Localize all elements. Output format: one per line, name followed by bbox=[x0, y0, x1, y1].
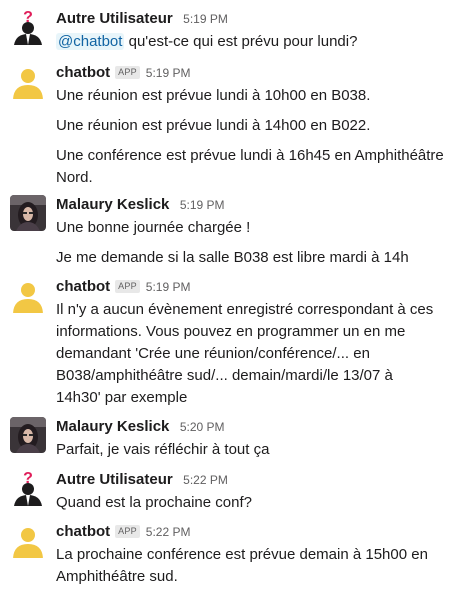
message-text: Amphithéâtre sud. bbox=[56, 568, 178, 585]
bot-default-avatar-icon bbox=[13, 283, 43, 313]
bot-avatar[interactable] bbox=[10, 277, 46, 313]
message-text: Quand est la prochaine conf? bbox=[56, 494, 252, 511]
message-text: Il n'y a aucun évènement enregistré corr… bbox=[56, 301, 434, 318]
bot-avatar[interactable] bbox=[10, 63, 46, 99]
user-avatar[interactable]: ? bbox=[10, 470, 46, 506]
timestamp[interactable]: 5:22 PM bbox=[146, 525, 191, 539]
message-text-rest: qu'est-ce qui est prévu pour lundi? bbox=[124, 33, 358, 50]
message-header: chatbot APP 5:19 PM bbox=[56, 277, 190, 297]
message-text: Une bonne journée chargée ! bbox=[56, 219, 251, 236]
author-name[interactable]: Malaury Keslick bbox=[56, 418, 169, 435]
message-header: Malaury Keslick 5:20 PM bbox=[56, 417, 225, 437]
author-name[interactable]: Autre Utilisateur bbox=[56, 471, 173, 488]
message-text: Je me demande si la salle B038 est libre… bbox=[56, 249, 409, 266]
message-text: Une réunion est prévue lundi à 10h00 en … bbox=[56, 87, 371, 104]
message-header: Malaury Keslick 5:19 PM bbox=[56, 195, 225, 215]
message-text: Nord. bbox=[56, 169, 93, 186]
message-text: B038/amphithéâtre sud/... demain/mardi/l… bbox=[56, 367, 393, 384]
message-text: informations. Vous pouvez en programmer … bbox=[56, 323, 406, 340]
message-header: chatbot APP 5:22 PM bbox=[56, 522, 190, 542]
message-text: Une réunion est prévue lundi à 14h00 en … bbox=[56, 117, 371, 134]
timestamp[interactable]: 5:19 PM bbox=[146, 66, 191, 80]
photo-avatar-icon bbox=[10, 417, 46, 453]
app-badge: APP bbox=[115, 525, 140, 538]
timestamp[interactable]: 5:20 PM bbox=[180, 420, 225, 434]
timestamp[interactable]: 5:19 PM bbox=[180, 198, 225, 212]
author-name[interactable]: chatbot bbox=[56, 523, 110, 540]
message-header: Autre Utilisateur 5:19 PM bbox=[56, 9, 228, 29]
author-name[interactable]: chatbot bbox=[56, 278, 110, 295]
message-text: demandant 'Crée une réunion/conférence/.… bbox=[56, 345, 370, 362]
author-name[interactable]: Malaury Keslick bbox=[56, 196, 169, 213]
message-text: Parfait, je vais réfléchir à tout ça bbox=[56, 441, 270, 458]
author-name[interactable]: chatbot bbox=[56, 64, 110, 81]
timestamp[interactable]: 5:22 PM bbox=[183, 473, 228, 487]
message-header: Autre Utilisateur 5:22 PM bbox=[56, 470, 228, 490]
user-question-icon: ? bbox=[14, 470, 42, 506]
mention-link[interactable]: @chatbot bbox=[56, 33, 125, 50]
message-text: 14h30' par exemple bbox=[56, 389, 188, 406]
app-badge: APP bbox=[115, 66, 140, 79]
bot-default-avatar-icon bbox=[13, 528, 43, 558]
app-badge: APP bbox=[115, 280, 140, 293]
user-avatar[interactable] bbox=[10, 195, 46, 231]
bot-default-avatar-icon bbox=[13, 69, 43, 99]
author-name[interactable]: Autre Utilisateur bbox=[56, 10, 173, 27]
timestamp[interactable]: 5:19 PM bbox=[146, 280, 191, 294]
user-question-icon: ? bbox=[14, 9, 42, 45]
user-avatar[interactable]: ? bbox=[10, 9, 46, 45]
message-text: @chatbot qu'est-ce qui est prévu pour lu… bbox=[56, 31, 357, 53]
message-header: chatbot APP 5:19 PM bbox=[56, 63, 190, 83]
user-avatar[interactable] bbox=[10, 417, 46, 453]
photo-avatar-icon bbox=[10, 195, 46, 231]
message-text: Une conférence est prévue lundi à 16h45 … bbox=[56, 147, 444, 164]
message-text: La prochaine conférence est prévue demai… bbox=[56, 546, 428, 563]
timestamp[interactable]: 5:19 PM bbox=[183, 12, 228, 26]
bot-avatar[interactable] bbox=[10, 522, 46, 558]
